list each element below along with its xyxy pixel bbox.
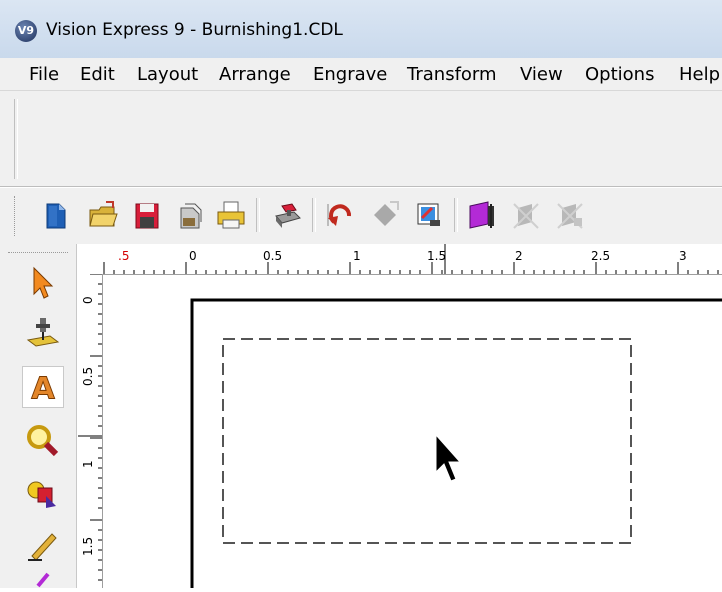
h-ruler-label: 0.5 xyxy=(263,249,282,263)
vertical-ruler-scale: 0 0.5 1 1.5 xyxy=(78,273,102,581)
text-tool-button[interactable]: A xyxy=(22,366,64,408)
vertical-ruler[interactable]: 0 0.5 1 1.5 xyxy=(78,273,103,588)
h-ruler-label: 1 xyxy=(353,249,361,263)
brush-tool-icon[interactable] xyxy=(22,570,64,588)
select-arrow-icon[interactable] xyxy=(22,262,64,304)
left-toolbox: A xyxy=(0,244,77,588)
toolbar-grip[interactable] xyxy=(14,196,17,236)
menu-arrange[interactable]: Arrange xyxy=(219,64,291,85)
toolbar-grip[interactable] xyxy=(14,99,18,179)
horizontal-ruler-scale: .5 0 0.5 1 1.5 2 2.5 3 xyxy=(103,244,719,274)
menu-help[interactable]: Help xyxy=(679,64,720,85)
toolbox-grip[interactable] xyxy=(8,252,68,255)
v-ruler-label: 1.5 xyxy=(81,537,95,556)
open-folder-icon[interactable] xyxy=(86,198,120,232)
print-icon[interactable] xyxy=(214,198,248,232)
canvas-drawing xyxy=(190,298,722,588)
text-tool-icon: A xyxy=(31,371,56,407)
machine-setup-icon[interactable] xyxy=(270,198,304,232)
h-ruler-label: .5 xyxy=(118,249,129,263)
pen-tool-icon[interactable] xyxy=(22,524,64,566)
app-icon-text: V9 xyxy=(17,24,35,37)
save-all-icon[interactable] xyxy=(173,198,207,232)
group-icon[interactable] xyxy=(464,198,498,232)
zoom-tool-icon[interactable] xyxy=(22,420,64,462)
page-border xyxy=(190,298,722,588)
shapes-tool-icon[interactable] xyxy=(22,472,64,514)
toolbar-separator xyxy=(256,198,260,232)
ungroup-all-icon[interactable] xyxy=(552,198,586,232)
undo-icon[interactable] xyxy=(322,198,356,232)
empty-toolbar-area xyxy=(0,91,722,187)
h-ruler-label: 0 xyxy=(189,249,197,263)
new-document-icon[interactable] xyxy=(38,198,72,232)
menu-layout[interactable]: Layout xyxy=(137,64,198,85)
h-ruler-label: 3 xyxy=(679,249,687,263)
title-bar[interactable]: V9 Vision Express 9 - Burnishing1.CDL xyxy=(0,0,722,58)
v-ruler-label: 1 xyxy=(81,460,95,468)
mouse-cursor xyxy=(435,433,462,482)
main-toolbar xyxy=(0,188,722,244)
horizontal-ruler[interactable]: .5 0 0.5 1 1.5 2 2.5 3 xyxy=(78,244,722,275)
menu-engrave[interactable]: Engrave xyxy=(313,64,387,85)
redo-icon[interactable] xyxy=(368,198,402,232)
app-icon[interactable]: V9 xyxy=(15,20,37,42)
engrave-tool-icon[interactable] xyxy=(22,310,64,352)
menu-edit[interactable]: Edit xyxy=(80,64,115,85)
v-ruler-label: 0 xyxy=(81,296,95,304)
drawing-canvas[interactable] xyxy=(104,275,722,588)
h-ruler-label: 2 xyxy=(515,249,523,263)
dashed-selection-box[interactable] xyxy=(222,338,632,544)
ungroup-icon[interactable] xyxy=(508,198,542,232)
text-tool-glyph: A xyxy=(31,371,55,406)
toolbar-separator xyxy=(312,198,316,232)
h-ruler-label: 2.5 xyxy=(591,249,610,263)
zoom-selection-icon[interactable] xyxy=(412,198,446,232)
menu-file[interactable]: File xyxy=(29,64,59,85)
menu-transform[interactable]: Transform xyxy=(407,64,497,85)
menu-options[interactable]: Options xyxy=(585,64,654,85)
save-icon[interactable] xyxy=(130,198,164,232)
v-ruler-label: 0.5 xyxy=(81,367,95,386)
toolbar-separator xyxy=(454,198,458,232)
menu-view[interactable]: View xyxy=(520,64,563,85)
menu-bar: File Edit Layout Arrange Engrave Transfo… xyxy=(0,58,722,91)
h-ruler-label: 1.5 xyxy=(427,249,446,263)
window-title: Vision Express 9 - Burnishing1.CDL xyxy=(46,20,343,40)
